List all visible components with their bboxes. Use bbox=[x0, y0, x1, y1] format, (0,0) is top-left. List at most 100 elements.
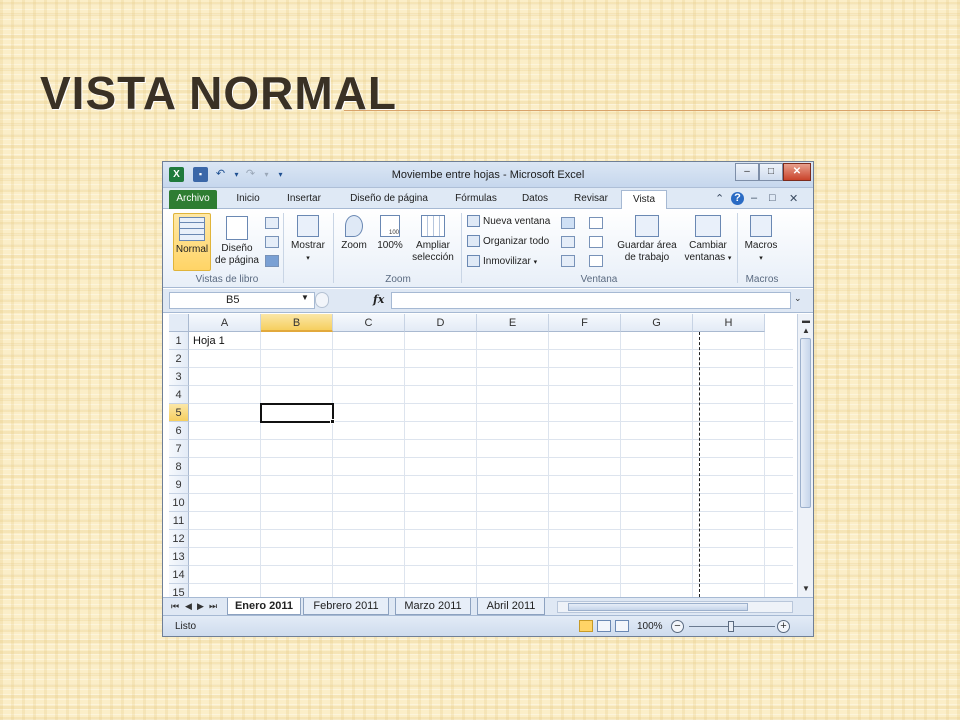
vertical-scrollbar[interactable]: ▬ ▲ ▼ bbox=[797, 314, 813, 597]
magnifier-icon bbox=[345, 215, 363, 237]
next-sheet-icon[interactable]: ▶ bbox=[197, 601, 204, 612]
column-header-d[interactable]: D bbox=[405, 314, 477, 332]
row-header-2[interactable]: 2 bbox=[169, 350, 189, 368]
expand-formula-bar-icon[interactable]: ⌄ bbox=[794, 293, 802, 304]
tab-datos[interactable]: Datos bbox=[511, 190, 559, 209]
doc-close-icon[interactable]: ✕ bbox=[789, 192, 798, 205]
maximize-button[interactable]: □ bbox=[759, 163, 783, 181]
arrange-all-button[interactable]: Organizar todo bbox=[467, 234, 549, 250]
save-workspace-button[interactable]: Guardar área de trabajo bbox=[613, 215, 681, 273]
zoom-selection-button[interactable]: Ampliar selección bbox=[409, 215, 457, 273]
sheet-tab-marzo[interactable]: Marzo 2011 bbox=[395, 598, 471, 615]
row-header-1[interactable]: 1 bbox=[169, 332, 189, 350]
row-header-7[interactable]: 7 bbox=[169, 440, 189, 458]
row-header-12[interactable]: 12 bbox=[169, 530, 189, 548]
name-box[interactable]: B5 bbox=[169, 292, 315, 309]
grid-row-line bbox=[189, 583, 793, 584]
split-icon[interactable] bbox=[561, 217, 575, 229]
page-break-preview-icon[interactable] bbox=[265, 217, 279, 229]
new-window-button[interactable]: Nueva ventana bbox=[467, 214, 550, 230]
doc-minimize-icon[interactable]: – bbox=[751, 192, 757, 204]
show-button[interactable]: Mostrar ▾ bbox=[287, 215, 329, 273]
full-screen-icon[interactable] bbox=[265, 255, 279, 267]
column-header-a[interactable]: A bbox=[189, 314, 261, 332]
page-break-status-icon[interactable] bbox=[615, 620, 629, 632]
row-header-6[interactable]: 6 bbox=[169, 422, 189, 440]
scroll-down-icon[interactable]: ▼ bbox=[802, 584, 810, 593]
minimize-ribbon-icon[interactable]: ⌃ bbox=[715, 192, 724, 205]
tab-formulas[interactable]: Fórmulas bbox=[447, 190, 505, 209]
tab-vista[interactable]: Vista bbox=[621, 190, 667, 210]
column-header-e[interactable]: E bbox=[477, 314, 549, 332]
row-header-4[interactable]: 4 bbox=[169, 386, 189, 404]
zoom-in-icon[interactable]: + bbox=[777, 620, 790, 633]
row-header-5[interactable]: 5 bbox=[169, 404, 189, 422]
normal-view-button[interactable]: Normal bbox=[173, 213, 211, 271]
last-sheet-icon[interactable]: ⏭ bbox=[209, 601, 217, 612]
zoom-level[interactable]: 100% bbox=[637, 621, 663, 632]
insert-function-icon[interactable]: fx bbox=[373, 293, 384, 306]
tab-archivo[interactable]: Archivo bbox=[169, 190, 217, 209]
sheet-tab-febrero[interactable]: Febrero 2011 bbox=[303, 598, 389, 615]
minimize-button[interactable]: – bbox=[735, 163, 759, 181]
worksheet-grid[interactable]: ABCDEFGH 1 2 3 4 5 6 7 8 9 10 11 12 13 14 15 Hoja 1 ▬ … bbox=[169, 314, 813, 597]
custom-views-icon[interactable] bbox=[265, 236, 279, 248]
normal-view-status-icon[interactable] bbox=[579, 620, 593, 632]
page-layout-status-icon[interactable] bbox=[597, 620, 611, 632]
macros-button[interactable]: Macros ▾ bbox=[741, 215, 781, 273]
horizontal-scroll-thumb[interactable] bbox=[568, 603, 748, 611]
scroll-up-icon[interactable]: ▲ bbox=[802, 326, 810, 335]
row-header-13[interactable]: 13 bbox=[169, 548, 189, 566]
column-header-h[interactable]: H bbox=[693, 314, 765, 332]
column-header-b[interactable]: B bbox=[261, 314, 333, 332]
split-box-icon[interactable]: ▬ bbox=[802, 316, 810, 325]
sheet-tab-abril[interactable]: Abril 2011 bbox=[477, 598, 545, 615]
unhide-window-icon[interactable] bbox=[561, 255, 575, 267]
formula-input[interactable] bbox=[391, 292, 791, 309]
tab-revisar[interactable]: Revisar bbox=[565, 190, 617, 209]
close-button[interactable]: ✕ bbox=[783, 163, 811, 181]
zoom-out-icon[interactable]: − bbox=[671, 620, 684, 633]
zoom-100-icon: 100 bbox=[380, 215, 400, 237]
column-header-f[interactable]: F bbox=[549, 314, 621, 332]
page-layout-label-1: Diseño bbox=[221, 243, 253, 254]
page-layout-view-button[interactable]: Diseño de página bbox=[213, 213, 261, 271]
switch-windows-button[interactable]: Cambiar ventanas ▾ bbox=[681, 215, 735, 273]
cell-a1[interactable]: Hoja 1 bbox=[193, 335, 225, 347]
zoom-100-button[interactable]: 100 100% bbox=[373, 215, 407, 269]
row-header-9[interactable]: 9 bbox=[169, 476, 189, 494]
active-cell-b5[interactable] bbox=[260, 403, 334, 423]
doc-restore-icon[interactable]: □ bbox=[769, 192, 776, 204]
formula-bar-resize-handle[interactable] bbox=[315, 292, 329, 308]
row-header-3[interactable]: 3 bbox=[169, 368, 189, 386]
first-sheet-icon[interactable]: ⏮ bbox=[171, 601, 179, 612]
row-header-14[interactable]: 14 bbox=[169, 566, 189, 584]
row-header-11[interactable]: 11 bbox=[169, 512, 189, 530]
tab-diseno-pagina[interactable]: Diseño de página bbox=[337, 190, 441, 209]
hide-window-icon[interactable] bbox=[561, 236, 575, 248]
zoom-label: Zoom bbox=[341, 240, 367, 251]
fill-handle[interactable] bbox=[330, 419, 335, 424]
tab-inicio[interactable]: Inicio bbox=[223, 190, 273, 209]
zoom-slider-thumb[interactable] bbox=[728, 621, 734, 632]
row-header-15[interactable]: 15 bbox=[169, 584, 189, 597]
grid-row-line bbox=[189, 439, 793, 440]
zoom-button[interactable]: Zoom bbox=[337, 215, 371, 269]
grid-column-line bbox=[764, 332, 765, 597]
sheet-tab-enero[interactable]: Enero 2011 bbox=[227, 598, 301, 615]
column-header-c[interactable]: C bbox=[333, 314, 405, 332]
freeze-panes-button[interactable]: Inmovilizar ▾ bbox=[467, 254, 537, 270]
view-side-by-side-icon[interactable] bbox=[589, 217, 603, 229]
reset-window-position-icon[interactable] bbox=[589, 255, 603, 267]
tab-insertar[interactable]: Insertar bbox=[277, 190, 331, 209]
help-icon[interactable]: ? bbox=[731, 192, 744, 205]
sync-scrolling-icon[interactable] bbox=[589, 236, 603, 248]
horizontal-scrollbar[interactable] bbox=[557, 601, 793, 613]
prev-sheet-icon[interactable]: ◀ bbox=[185, 601, 192, 612]
vertical-scroll-thumb[interactable] bbox=[800, 338, 811, 508]
row-header-8[interactable]: 8 bbox=[169, 458, 189, 476]
select-all-corner[interactable] bbox=[169, 314, 189, 332]
name-box-dropdown-icon[interactable]: ▼ bbox=[301, 293, 309, 302]
column-header-g[interactable]: G bbox=[621, 314, 693, 332]
row-header-10[interactable]: 10 bbox=[169, 494, 189, 512]
